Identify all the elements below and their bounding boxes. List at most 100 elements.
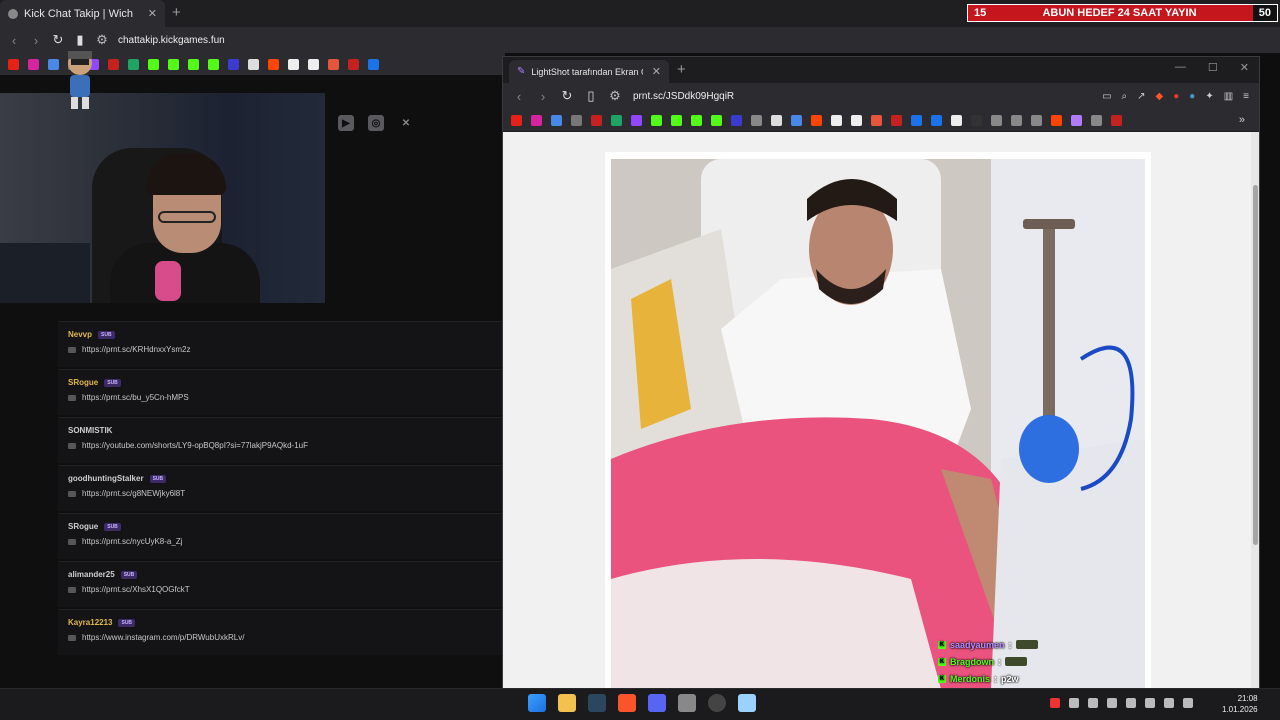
chat-username[interactable]: goodhuntingStalker [68, 474, 144, 483]
windows-start-icon[interactable] [528, 694, 546, 712]
bookmark-icon[interactable] [288, 58, 299, 70]
forward-icon[interactable]: › [30, 33, 42, 48]
bookmark-icon[interactable] [328, 58, 339, 70]
x-icon[interactable] [248, 58, 259, 70]
chat-link[interactable]: https://prnt.sc/KRHdnxxYsm2z [82, 345, 190, 354]
globe-icon[interactable] [1031, 114, 1042, 126]
app-icon[interactable] [678, 694, 696, 712]
chat-username[interactable]: alimander25 [68, 570, 115, 579]
youtube-icon[interactable]: ▶ [338, 115, 354, 131]
url-field[interactable]: chattakip.kickgames.fun [118, 35, 225, 46]
tab-lightshot[interactable]: ✎ LightShot tarafından Ekran Görü ✕ [509, 60, 669, 83]
globe-icon[interactable] [991, 114, 1002, 126]
extensions-puzzle-icon[interactable]: ✦ [1205, 91, 1213, 102]
bookmark-icon[interactable] [891, 114, 902, 126]
reload-icon[interactable]: ↻ [561, 88, 573, 104]
anchor-icon[interactable] [228, 58, 239, 70]
translate-icon[interactable] [48, 58, 59, 70]
chat-username[interactable]: SONMISTIK [68, 426, 112, 435]
screenshot-image[interactable] [611, 159, 1145, 688]
chat-link[interactable]: https://prnt.sc/g8NEWjky6l8T [82, 489, 185, 498]
reddit-icon[interactable] [1051, 114, 1062, 126]
chat-link[interactable]: https://prnt.sc/bu_y5Cn-hMPS [82, 393, 189, 402]
close-window-icon[interactable]: ✕ [1240, 61, 1249, 74]
globe-icon[interactable] [571, 114, 582, 126]
steam-icon[interactable] [588, 694, 606, 712]
tray-icon[interactable] [1069, 698, 1079, 708]
new-tab-icon[interactable]: + [677, 61, 686, 78]
chat-username[interactable]: SRogue [68, 522, 98, 531]
chat-link[interactable]: https://www.instagram.com/p/DRWubUxkRLv/ [82, 633, 244, 642]
bookmark-icon[interactable] [831, 114, 842, 126]
bookmark-icon[interactable] [1071, 114, 1082, 126]
kick-icon[interactable] [188, 58, 199, 70]
youtube-icon[interactable] [511, 114, 522, 126]
youtube-icon[interactable] [8, 58, 19, 70]
share-icon[interactable]: ↗ [1137, 91, 1145, 102]
cast-icon[interactable]: ▭ [1102, 91, 1111, 102]
chat-username[interactable]: Nevvp [68, 330, 92, 339]
kick-icon[interactable] [671, 114, 682, 126]
url-field[interactable]: prnt.sc/JSDdk09HgqiR [633, 91, 734, 102]
brave-icon[interactable] [618, 694, 636, 712]
wifi-icon[interactable] [1164, 698, 1174, 708]
back-icon[interactable]: ‹ [8, 33, 20, 48]
sidebar-icon[interactable]: ▥ [1224, 91, 1233, 102]
globe-icon[interactable] [1091, 114, 1102, 126]
close-tab-icon[interactable]: ✕ [652, 65, 661, 78]
tray-icon[interactable] [1088, 698, 1098, 708]
file-explorer-icon[interactable] [558, 694, 576, 712]
bookmark-icon[interactable] [368, 58, 379, 70]
extension-icon[interactable]: ● [1189, 91, 1195, 102]
steam-icon[interactable] [751, 114, 762, 126]
scrollbar-thumb[interactable] [1253, 185, 1258, 545]
translate-icon[interactable] [791, 114, 802, 126]
bookmark-icon[interactable] [971, 114, 982, 126]
menu-icon[interactable]: ≡ [1243, 91, 1249, 102]
back-icon[interactable]: ‹ [513, 89, 525, 104]
chat-username[interactable]: Kayra12213 [68, 618, 112, 627]
gmail-icon[interactable] [591, 114, 602, 126]
amazon-icon[interactable] [851, 114, 862, 126]
kick-icon[interactable] [208, 58, 219, 70]
drive-icon[interactable] [611, 114, 622, 126]
kick-icon[interactable] [651, 114, 662, 126]
notification-icon[interactable] [1183, 698, 1193, 708]
bookmark-icon[interactable] [348, 58, 359, 70]
bookmark-icon[interactable] [911, 114, 922, 126]
gmail-icon[interactable] [108, 58, 119, 70]
chat-link[interactable]: https://youtube.com/shorts/LY9-opBQ8pI?s… [82, 441, 308, 450]
translate-icon[interactable] [551, 114, 562, 126]
chat-link[interactable]: https://prnt.sc/nycUyK8-a_Zj [82, 537, 182, 546]
x-icon[interactable] [771, 114, 782, 126]
bookmark-icon[interactable] [871, 114, 882, 126]
reddit-icon[interactable] [811, 114, 822, 126]
chat-username[interactable]: SRogue [68, 378, 98, 387]
chat-link[interactable]: https://prnt.sc/XhsX1QOGfckT [82, 585, 190, 594]
bookmark-icon[interactable] [951, 114, 962, 126]
instagram-icon[interactable] [28, 58, 39, 70]
tray-icon[interactable] [1050, 698, 1060, 708]
kick-icon[interactable] [148, 58, 159, 70]
site-info-icon[interactable]: ⚙ [609, 88, 621, 104]
mic-icon[interactable] [1126, 698, 1136, 708]
anchor-icon[interactable] [731, 114, 742, 126]
close-tab-icon[interactable]: ✕ [148, 7, 157, 20]
kick-icon[interactable] [168, 58, 179, 70]
system-clock[interactable]: 21:08 1.01.2026 [1222, 693, 1258, 715]
new-tab-icon[interactable]: + [172, 4, 181, 21]
x-icon[interactable]: ✕ [398, 115, 414, 131]
tray-icon[interactable] [1145, 698, 1155, 708]
kick-icon[interactable] [691, 114, 702, 126]
bookmark-icon[interactable] [1111, 114, 1122, 126]
more-bookmarks-icon[interactable]: » [1239, 114, 1259, 126]
maximize-icon[interactable]: ☐ [1208, 61, 1218, 74]
reddit-icon[interactable] [268, 58, 279, 70]
volume-icon[interactable] [1107, 698, 1117, 708]
globe-icon[interactable] [1011, 114, 1022, 126]
obs-icon[interactable] [708, 694, 726, 712]
brave-shield-icon[interactable]: ◆ [1156, 91, 1164, 102]
bookmark-icon[interactable] [931, 114, 942, 126]
zoom-icon[interactable]: ⌕ [1122, 91, 1128, 102]
instagram-icon[interactable]: ◎ [368, 115, 384, 131]
